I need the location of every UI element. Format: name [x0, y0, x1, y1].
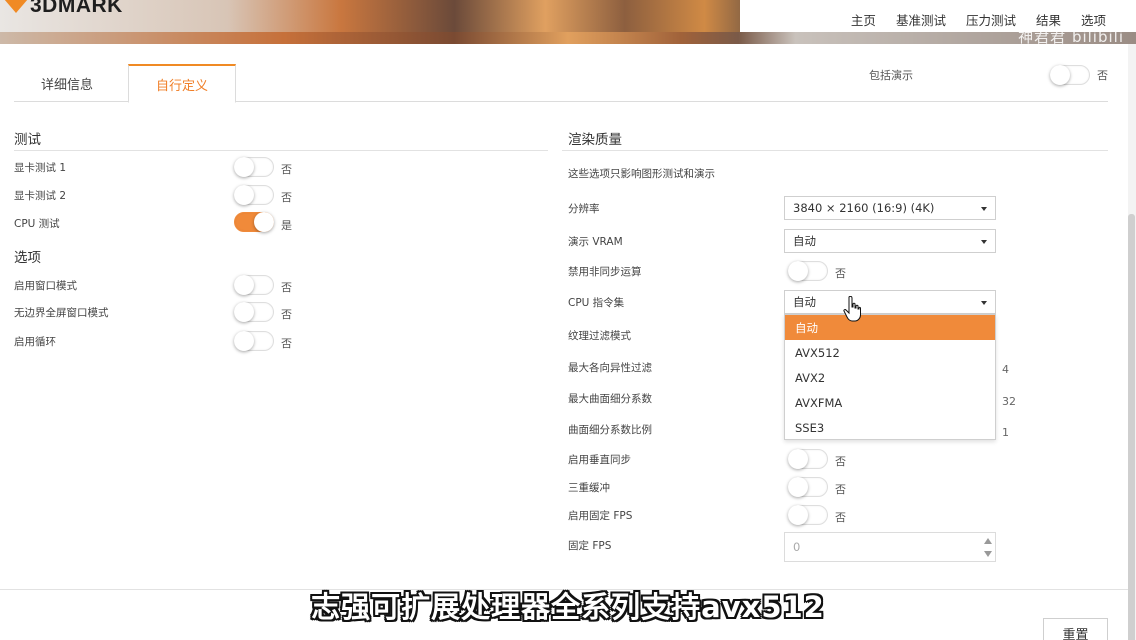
logo-text: 3DMARK: [30, 0, 123, 17]
resolution-label: 分辨率: [568, 203, 600, 215]
borderless-mode-label: 无边界全屏窗口模式: [14, 307, 109, 319]
header-banner: 3DMARK 主页 基准测试 压力测试 结果 选项 神君君 bilibili: [0, 0, 1136, 44]
async-compute-label: 禁用非同步运算: [568, 266, 642, 278]
triple-buffer-label: 三重缓冲: [568, 482, 610, 494]
test-section-title: 测试: [14, 132, 41, 148]
demo-vram-value: 自动: [793, 234, 816, 248]
triple-buffer-state: 否: [835, 483, 846, 496]
max-anisotropy-value: 4: [1002, 363, 1009, 376]
toggle-knob: [788, 477, 808, 497]
chevron-up-icon[interactable]: [984, 538, 992, 544]
graphics-test-2-state: 否: [281, 191, 292, 204]
toggle-knob: [234, 302, 254, 322]
vsync-toggle[interactable]: [788, 449, 828, 469]
fixed-fps-enable-label: 启用固定 FPS: [568, 510, 633, 522]
tab-custom[interactable]: 自行定义: [128, 64, 236, 103]
options-section-title: 选项: [14, 250, 41, 266]
option-sse3[interactable]: SSE3: [785, 415, 995, 440]
toggle-knob: [234, 185, 254, 205]
async-compute-toggle[interactable]: [788, 261, 828, 281]
header-artwork: [0, 32, 1136, 44]
cpu-instruction-dropdown: 自动 AVX512 AVX2 AVXFMA SSE3: [784, 314, 996, 440]
hand-cursor-icon: [843, 296, 861, 322]
toggle-knob: [234, 331, 254, 351]
fixed-fps-label: 固定 FPS: [568, 540, 612, 552]
windowed-mode-state: 否: [281, 281, 292, 294]
demo-vram-label: 演示 VRAM: [568, 236, 623, 248]
toggle-knob: [788, 261, 808, 281]
cpu-test-state: 是: [281, 219, 292, 232]
max-tessellation-value: 32: [1002, 395, 1016, 408]
render-note: 这些选项只影响图形测试和演示: [568, 168, 715, 180]
fixed-fps-input[interactable]: 0: [784, 532, 996, 562]
toggle-knob: [254, 212, 274, 232]
windowed-mode-label: 启用窗口模式: [14, 280, 77, 292]
graphics-test-1-state: 否: [281, 163, 292, 176]
chevron-down-icon[interactable]: [984, 551, 992, 557]
max-tessellation-label: 最大曲面细分系数: [568, 393, 652, 405]
toggle-knob: [788, 505, 808, 525]
3dmark-logo-icon: [0, 0, 30, 15]
loop-toggle[interactable]: [234, 331, 274, 351]
fixed-fps-enable-state: 否: [835, 511, 846, 524]
vsync-state: 否: [835, 455, 846, 468]
toggle-knob: [234, 275, 254, 295]
async-compute-state: 否: [835, 267, 846, 280]
windowed-mode-toggle[interactable]: [234, 275, 274, 295]
cpu-instruction-label: CPU 指令集: [568, 297, 625, 309]
cpu-instruction-select[interactable]: 自动: [784, 290, 996, 314]
texture-filter-label: 纹理过滤模式: [568, 330, 631, 342]
include-demo-state: 否: [1097, 69, 1108, 82]
nav-home[interactable]: 主页: [851, 10, 876, 29]
vsync-label: 启用垂直同步: [568, 454, 631, 466]
loop-label: 启用循环: [14, 336, 56, 348]
nav-benchmarks[interactable]: 基准测试: [896, 10, 946, 29]
resolution-select[interactable]: 3840 × 2160 (16:9) (4K): [784, 196, 996, 220]
tessellation-scale-value: 1: [1002, 426, 1009, 439]
video-watermark: 神君君 bilibili: [1018, 28, 1124, 44]
chevron-down-icon: [981, 301, 987, 305]
chevron-down-icon: [981, 240, 987, 244]
include-demo-toggle[interactable]: [1050, 65, 1090, 85]
triple-buffer-toggle[interactable]: [788, 477, 828, 497]
graphics-test-1-toggle[interactable]: [234, 157, 274, 177]
borderless-mode-state: 否: [281, 308, 292, 321]
scrollbar[interactable]: [1128, 44, 1136, 640]
tab-details[interactable]: 详细信息: [14, 64, 120, 102]
graphics-test-2-toggle[interactable]: [234, 185, 274, 205]
cpu-test-toggle[interactable]: [234, 212, 274, 232]
loop-state: 否: [281, 337, 292, 350]
divider: [562, 150, 1108, 151]
video-subtitle: 志强可扩展处理器全系列支持avx512: [311, 590, 825, 624]
toggle-knob: [788, 449, 808, 469]
toggle-knob: [1050, 65, 1070, 85]
scrollbar-thumb[interactable]: [1128, 214, 1135, 640]
graphics-test-2-label: 显卡测试 2: [14, 190, 67, 202]
demo-vram-select[interactable]: 自动: [784, 229, 996, 253]
graphics-test-1-label: 显卡测试 1: [14, 162, 67, 174]
include-demo-label: 包括演示: [869, 69, 913, 82]
option-avxfma[interactable]: AVXFMA: [785, 390, 995, 415]
cpu-instruction-value: 自动: [793, 295, 816, 309]
option-avx512[interactable]: AVX512: [785, 340, 995, 365]
chevron-down-icon: [981, 207, 987, 211]
fixed-fps-stepper[interactable]: [983, 535, 993, 559]
resolution-value: 3840 × 2160 (16:9) (4K): [793, 201, 935, 215]
cpu-test-label: CPU 测试: [14, 218, 60, 230]
toggle-knob: [234, 157, 254, 177]
option-auto[interactable]: 自动: [785, 315, 995, 340]
logo: 3DMARK: [0, 0, 123, 17]
fixed-fps-enable-toggle[interactable]: [788, 505, 828, 525]
divider: [14, 150, 548, 151]
tessellation-scale-label: 曲面细分系数比例: [568, 424, 652, 436]
max-anisotropy-label: 最大各向异性过滤: [568, 362, 652, 374]
fixed-fps-value: 0: [793, 540, 801, 554]
nav-stress-tests[interactable]: 压力测试: [966, 10, 1016, 29]
option-avx2[interactable]: AVX2: [785, 365, 995, 390]
borderless-mode-toggle[interactable]: [234, 302, 274, 322]
render-section-title: 渲染质量: [568, 132, 622, 148]
tab-bar: 详细信息 自行定义: [14, 64, 1108, 103]
